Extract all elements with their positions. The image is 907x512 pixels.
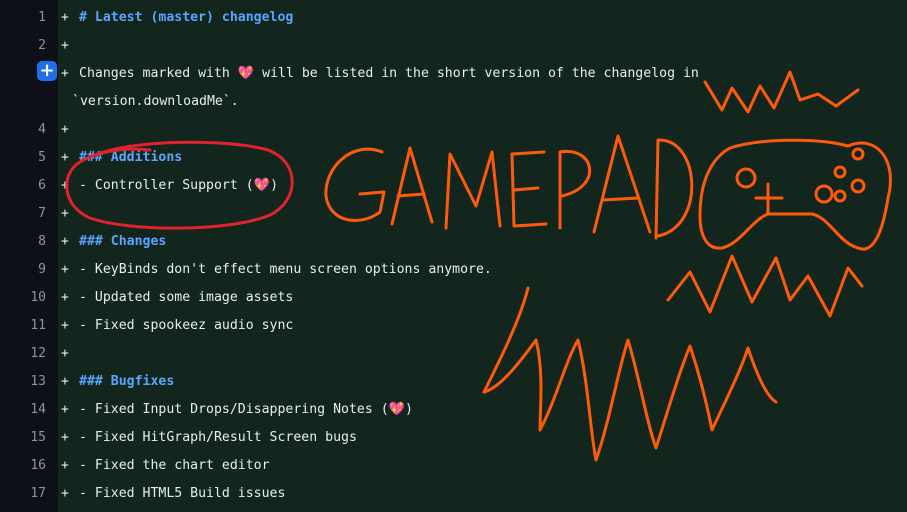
diff-line: 16 + - Fixed the chart editor (0, 452, 907, 480)
added-line-marker: + (61, 66, 69, 81)
diff-line: 8 + ### Changes (0, 228, 907, 256)
line-number[interactable]: 1 (0, 4, 46, 32)
diff-view: 1+# Latest (master) changelog2+3+Changes… (0, 0, 907, 512)
markdown-heading-line: # Latest (master) changelog (79, 10, 294, 25)
line-number[interactable]: 13 (0, 368, 46, 396)
added-line-marker: + (61, 150, 69, 165)
diff-line: 3+Changes marked with 💖 will be listed i… (0, 60, 907, 88)
markdown-heading-line: ### Additions (79, 150, 183, 165)
added-line-marker: + (61, 374, 69, 389)
added-line-marker: + (61, 122, 69, 137)
added-line-marker: + (61, 10, 69, 25)
diff-line: 13 + ### Bugfixes (0, 368, 907, 396)
markdown-heading-line: ### Bugfixes (79, 374, 175, 389)
added-line-marker: + (61, 402, 69, 417)
diff-line: 4 + (0, 116, 907, 144)
line-number[interactable]: 15 (0, 424, 46, 452)
markdown-heading-line: ### Changes (79, 234, 167, 249)
diff-line: 1 + # Latest (master) changelog (0, 4, 907, 32)
line-number[interactable]: 17 (0, 480, 46, 508)
code-line-text: - KeyBinds don't effect menu screen opti… (79, 262, 492, 277)
added-line-marker: + (61, 262, 69, 277)
line-number[interactable]: 8 (0, 228, 46, 256)
code-line-text: - Fixed HTML5 Build issues (79, 486, 286, 501)
added-line-marker: + (61, 38, 69, 53)
added-line-marker: + (61, 206, 69, 221)
code-line-text: - Fixed spookeez audio sync (79, 318, 294, 333)
line-number[interactable]: 4 (0, 116, 46, 144)
code-line-text: Changes marked with 💖 will be listed in … (79, 66, 699, 81)
diff-line: `version.downloadMe`. (0, 88, 907, 116)
code-line-text: - Controller Support (💖) (79, 178, 279, 193)
diff-line: 15 + - Fixed HitGraph/Result Screen bugs (0, 424, 907, 452)
line-number[interactable]: 10 (0, 284, 46, 312)
diff-line: 2 + (0, 32, 907, 60)
diff-line: 10 + - Updated some image assets (0, 284, 907, 312)
line-number[interactable]: 16 (0, 452, 46, 480)
line-number[interactable]: 2 (0, 32, 46, 60)
diff-line: 14 + - Fixed Input Drops/Disappering Notes… (0, 396, 907, 424)
added-line-marker: + (61, 486, 69, 501)
code-line-text: `version.downloadMe`. (72, 94, 239, 109)
diff-line: 12 + (0, 340, 907, 368)
diff-line: 7 + (0, 200, 907, 228)
line-number[interactable]: 7 (0, 200, 46, 228)
added-line-marker: + (61, 458, 69, 473)
code-line-text: - Fixed HitGraph/Result Screen bugs (79, 430, 357, 445)
line-number[interactable]: 9 (0, 256, 46, 284)
diff-line: 5 + ### Additions (0, 144, 907, 172)
diff-line: 6 + - Controller Support (💖) (0, 172, 907, 200)
added-line-marker: + (61, 234, 69, 249)
added-line-marker: + (61, 290, 69, 305)
added-line-marker: + (61, 346, 69, 361)
diff-line: 9 + - KeyBinds don't effect menu screen op… (0, 256, 907, 284)
added-line-marker: + (61, 178, 69, 193)
code-line-text: - Fixed the chart editor (79, 458, 270, 473)
added-line-marker: + (61, 318, 69, 333)
line-number[interactable]: 12 (0, 340, 46, 368)
added-line-marker: + (61, 430, 69, 445)
line-number[interactable]: 5 (0, 144, 46, 172)
code-line-text: - Updated some image assets (79, 290, 294, 305)
code-line-text: - Fixed Input Drops/Disappering Notes (💖… (79, 402, 414, 417)
add-comment-button[interactable]: + (37, 61, 57, 81)
line-number[interactable]: 14 (0, 396, 46, 424)
line-number[interactable]: 6 (0, 172, 46, 200)
line-number[interactable]: 11 (0, 312, 46, 340)
line-number[interactable] (0, 88, 46, 116)
diff-line: 11 + - Fixed spookeez audio sync (0, 312, 907, 340)
diff-line: 17 + - Fixed HTML5 Build issues (0, 480, 907, 508)
